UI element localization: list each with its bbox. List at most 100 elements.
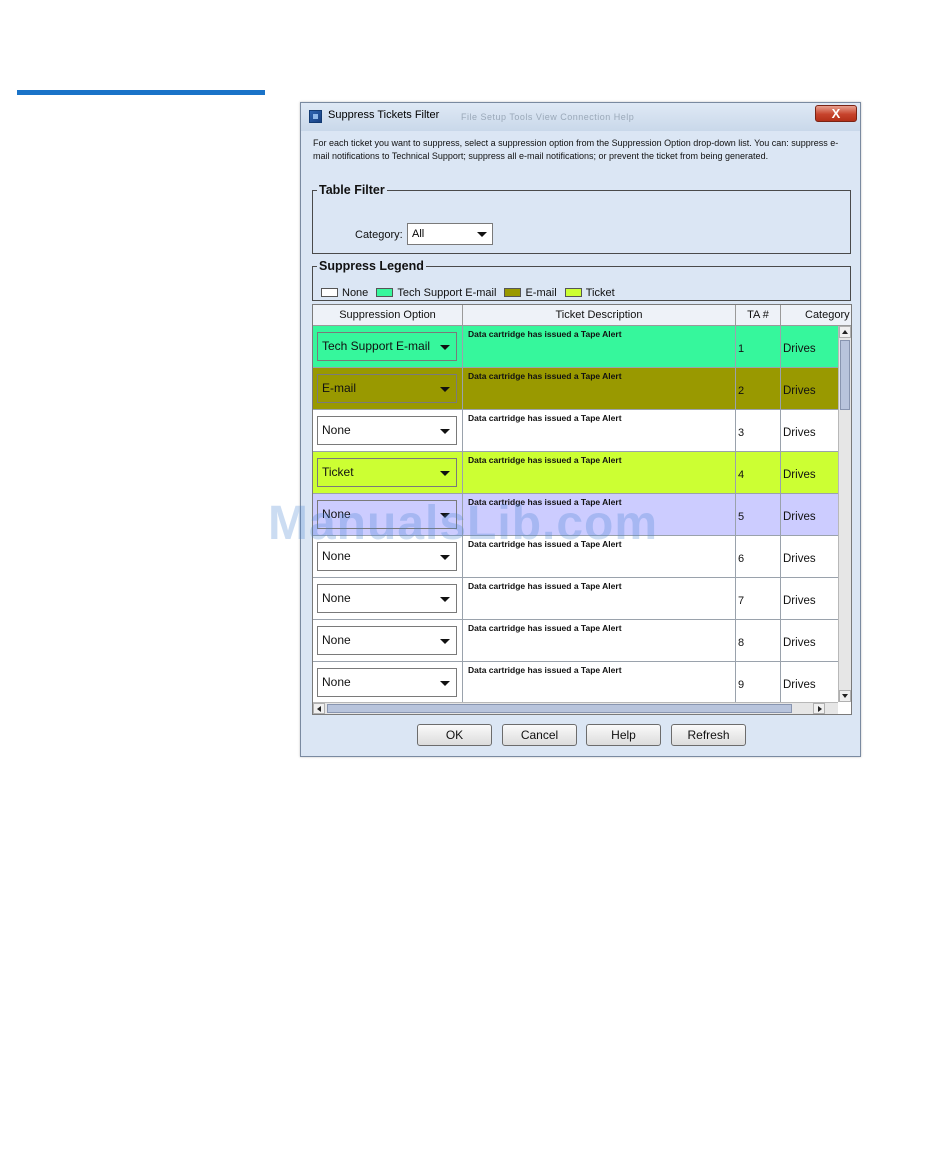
ta-number: 1 [738, 343, 745, 355]
legend-label: E-mail [525, 287, 557, 299]
dialog-buttons: OK Cancel Help Refresh [301, 724, 860, 748]
table-row[interactable]: E-mail Data cartridge has issued a Tape A… [313, 368, 838, 410]
column-header-ta-number[interactable]: TA # [736, 305, 781, 325]
legend-item-email: E-mail [504, 287, 557, 299]
suppression-option-value: Tech Support E-mail [322, 339, 431, 353]
close-icon: X [831, 106, 841, 121]
suppression-option-select[interactable]: None [317, 416, 457, 445]
chevron-down-icon [440, 555, 450, 560]
ticket-description-cell: Data cartridge has issued a Tape Alert [463, 368, 736, 409]
ta-number: 5 [738, 511, 745, 523]
cancel-button[interactable]: Cancel [502, 724, 577, 746]
legend-swatch [504, 288, 522, 297]
vertical-scroll-thumb[interactable] [840, 340, 850, 410]
suppression-option-select[interactable]: None [317, 668, 457, 697]
legend-label: None [342, 287, 369, 299]
legend-label: Tech Support E-mail [397, 287, 497, 299]
legend-item-tech-support-email: Tech Support E-mail [376, 287, 496, 299]
ticket-description-cell: Data cartridge has issued a Tape Alert [463, 620, 736, 661]
table-body: Tech Support E-mail Data cartridge has is… [313, 326, 838, 702]
scroll-down-button[interactable] [839, 690, 851, 702]
category-cell: Drives [781, 536, 838, 577]
category-cell: Drives [781, 452, 838, 493]
category-select[interactable]: All [407, 223, 493, 245]
arrow-down-icon [842, 694, 848, 698]
ta-number-cell: 6 [736, 536, 781, 577]
scroll-left-button[interactable] [313, 703, 325, 714]
table-row[interactable]: Tech Support E-mail Data cartridge has is… [313, 326, 838, 368]
ta-number: 6 [738, 553, 745, 565]
category-cell: Drives [781, 326, 838, 367]
ticket-description: Data cartridge has issued a Tape Alert [468, 539, 622, 549]
legend-item-none: None [321, 287, 368, 299]
category-cell: Drives [781, 410, 838, 451]
legend-items: None Tech Support E-mail E-mail Ticket [321, 287, 620, 299]
column-header-suppression-option[interactable]: Suppression Option [313, 305, 463, 325]
legend-item-ticket: Ticket [564, 287, 615, 299]
category-value: Drives [783, 385, 816, 397]
category-select-value: All [412, 228, 425, 240]
chevron-down-icon [440, 429, 450, 434]
legend-label: Ticket [585, 287, 615, 299]
table-row[interactable]: Ticket Data cartridge has issued a Tape A… [313, 452, 838, 494]
title-bar[interactable]: Suppress Tickets Filter File Setup Tools… [301, 103, 860, 131]
arrow-left-icon [317, 706, 321, 712]
suppression-option-select[interactable]: None [317, 542, 457, 571]
suppression-option-select[interactable]: None [317, 584, 457, 613]
chevron-down-icon [440, 513, 450, 518]
legend-swatch [321, 288, 338, 297]
ticket-description: Data cartridge has issued a Tape Alert [468, 455, 622, 465]
table-row[interactable]: None Data cartridge has issued a Tape Ale… [313, 578, 838, 620]
ticket-description: Data cartridge has issued a Tape Alert [468, 665, 622, 675]
scroll-right-button[interactable] [813, 703, 825, 714]
ta-number-cell: 5 [736, 494, 781, 535]
ticket-description: Data cartridge has issued a Tape Alert [468, 497, 622, 507]
table-row[interactable]: None Data cartridge has issued a Tape Ale… [313, 410, 838, 452]
ticket-description: Data cartridge has issued a Tape Alert [468, 371, 622, 381]
ticket-description-cell: Data cartridge has issued a Tape Alert [463, 662, 736, 702]
column-header-ticket-description[interactable]: Ticket Description [463, 305, 736, 325]
chevron-down-icon [440, 639, 450, 644]
scroll-up-button[interactable] [839, 326, 851, 338]
help-button[interactable]: Help [586, 724, 661, 746]
refresh-button[interactable]: Refresh [671, 724, 746, 746]
ticket-description-cell: Data cartridge has issued a Tape Alert [463, 536, 736, 577]
ok-button[interactable]: OK [417, 724, 492, 746]
ta-number: 9 [738, 679, 745, 691]
ticket-description-cell: Data cartridge has issued a Tape Alert [463, 410, 736, 451]
category-cell: Drives [781, 578, 838, 619]
suppression-option-select[interactable]: None [317, 500, 457, 529]
horizontal-scroll-thumb[interactable] [327, 704, 792, 713]
close-button[interactable]: X [815, 105, 857, 122]
horizontal-scrollbar[interactable] [313, 702, 838, 714]
category-value: Drives [783, 343, 816, 355]
ta-number: 3 [738, 427, 745, 439]
suppression-option-select[interactable]: Ticket [317, 458, 457, 487]
vertical-scrollbar[interactable] [838, 326, 851, 702]
ta-number-cell: 4 [736, 452, 781, 493]
table-row[interactable]: None Data cartridge has issued a Tape Ale… [313, 536, 838, 578]
suppression-option-value: E-mail [322, 381, 357, 395]
table-row[interactable]: None Data cartridge has issued a Tape Ale… [313, 662, 838, 702]
ticket-description: Data cartridge has issued a Tape Alert [468, 623, 622, 633]
dialog-title: Suppress Tickets Filter [328, 109, 440, 121]
background-menu-bar: File Setup Tools View Connection Help [461, 112, 635, 122]
suppression-option-select[interactable]: Tech Support E-mail [317, 332, 457, 361]
suppression-option-value: None [322, 675, 351, 689]
suppression-option-value: None [322, 591, 351, 605]
chevron-down-icon [440, 345, 450, 350]
table-header: Suppression Option Ticket Description TA… [313, 305, 851, 326]
table-filter-title: Table Filter [319, 183, 385, 197]
ta-number-cell: 2 [736, 368, 781, 409]
ticket-description: Data cartridge has issued a Tape Alert [468, 329, 622, 339]
suppression-option-select[interactable]: None [317, 626, 457, 655]
table-row[interactable]: None Data cartridge has issued a Tape Ale… [313, 620, 838, 662]
category-value: Drives [783, 595, 816, 607]
ticket-description-cell: Data cartridge has issued a Tape Alert [463, 452, 736, 493]
suppression-option-select[interactable]: E-mail [317, 374, 457, 403]
table-row[interactable]: None Data cartridge has issued a Tape Ale… [313, 494, 838, 536]
suppression-option-value: None [322, 423, 351, 437]
chevron-down-icon [440, 471, 450, 476]
column-header-category[interactable]: Category [781, 305, 851, 325]
category-value: Drives [783, 679, 816, 691]
